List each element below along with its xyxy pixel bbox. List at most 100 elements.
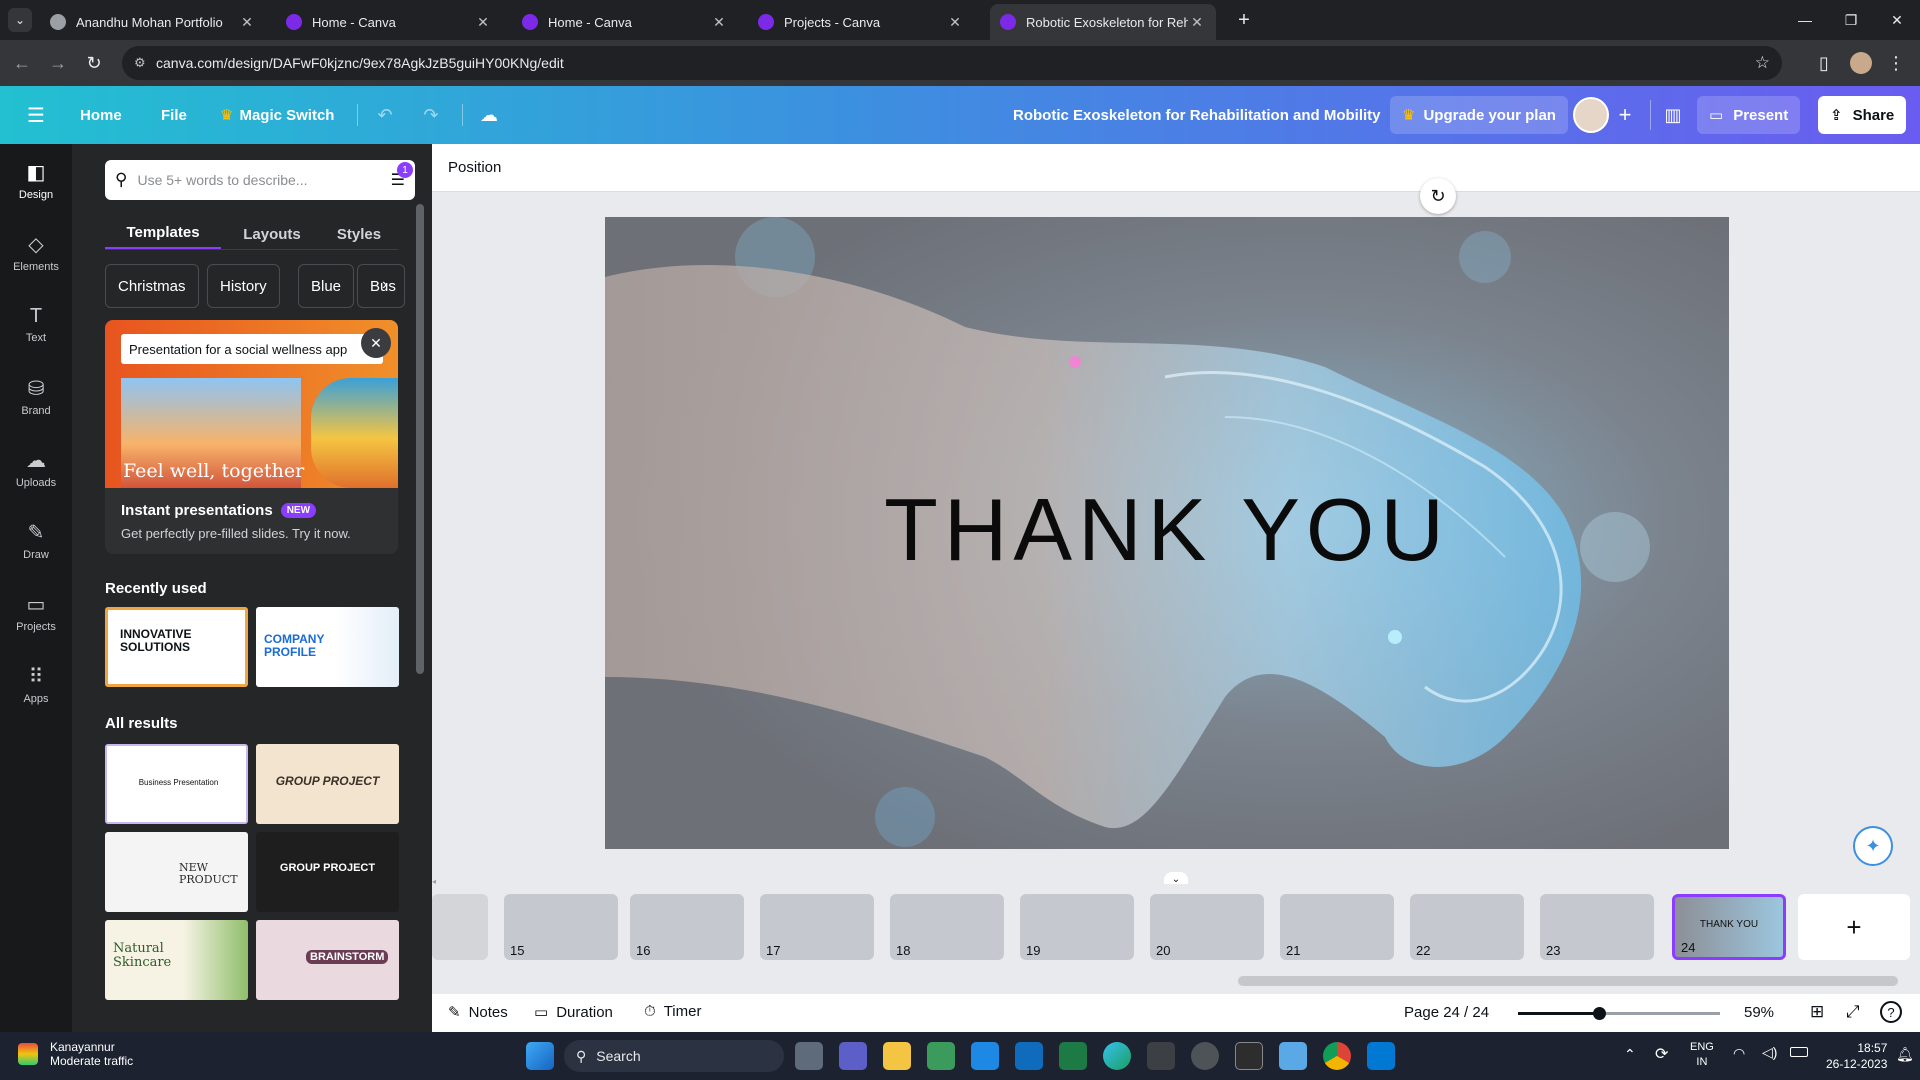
present-button[interactable]: ▭ Present [1697,96,1801,134]
template-thumbnail[interactable]: NEW PRODUCT [105,832,248,912]
rail-item-design[interactable]: ◧ Design [0,144,72,216]
outlook-icon[interactable] [1015,1042,1043,1070]
filter-icon[interactable]: ☰ 1 [391,162,413,190]
timer-button[interactable]: ⏱ Timer [644,1003,701,1020]
magic-assistant-icon[interactable]: ✦ [1853,826,1893,866]
tab-layouts[interactable]: Layouts [234,218,310,250]
filter-chip-history[interactable]: History [207,264,280,308]
browser-menu-icon[interactable]: ⋮ [1884,51,1908,75]
grid-view-icon[interactable]: ⊞ [1810,1002,1824,1022]
tab-search-button[interactable]: ⌄ [8,8,32,32]
volume-icon[interactable]: ◁) [1762,1044,1777,1061]
store-icon[interactable] [927,1042,955,1070]
close-window-button[interactable]: ✕ [1874,0,1920,40]
site-info-icon[interactable]: ⚙ [134,55,146,71]
close-icon[interactable]: ✕ [710,14,728,31]
page-thumbnail[interactable]: 23 [1540,894,1654,960]
duration-button[interactable]: ▭ Duration [534,1003,613,1022]
browser-tab[interactable]: Home - Canva ✕ [276,4,502,40]
rail-item-brand[interactable]: ⛁ Brand [0,360,72,432]
weather-widget[interactable]: Kanayannur Moderate traffic [18,1040,133,1068]
side-panel-icon[interactable]: ▯ [1812,51,1836,75]
user-avatar[interactable] [1573,97,1609,133]
close-icon[interactable]: ✕ [1188,14,1206,31]
page-thumbnail[interactable]: 17 [760,894,874,960]
page-thumbnail[interactable]: 20 [1150,894,1264,960]
tab-templates[interactable]: Templates [105,218,221,250]
forward-icon[interactable]: → [46,51,70,75]
help-icon[interactable]: ? [1880,1001,1902,1023]
chevron-up-icon[interactable]: ⌃ [1624,1046,1636,1063]
chrome-icon[interactable] [1323,1042,1351,1070]
teams-icon[interactable] [839,1042,867,1070]
taskbar-search[interactable]: ⚲ Search [564,1040,784,1072]
undo-icon[interactable]: ↶ [370,100,400,130]
language-indicator[interactable]: ENG IN [1690,1040,1714,1070]
tab-styles[interactable]: Styles [324,218,394,250]
share-button[interactable]: ⇪ Share [1818,96,1907,134]
menu-icon[interactable]: ☰ [21,100,51,130]
filter-chip-business[interactable]: Bus [357,264,405,308]
add-page-button[interactable]: + [1798,894,1910,960]
close-icon[interactable]: ✕ [361,328,391,358]
chevron-right-icon[interactable]: › [382,276,387,294]
notification-bell-icon[interactable]: 🔔︎ [1896,1046,1914,1063]
browser-tab[interactable]: Anandhu Mohan Portfolio ✕ [40,4,266,40]
rail-item-draw[interactable]: ✎ Draw [0,504,72,576]
promo-prompt-field[interactable]: Presentation for a social wellness app [121,334,383,364]
template-thumbnail[interactable]: Natural Skincare [105,920,248,1000]
profile-avatar[interactable] [1850,52,1872,74]
browser-tab[interactable]: Home - Canva ✕ [512,4,738,40]
address-bar[interactable]: ⚙ canva.com/design/DAFwF0kjznc/9ex78AgkJ… [122,46,1782,80]
page-thumbnail[interactable] [432,894,488,960]
app-icon[interactable] [1147,1042,1175,1070]
rail-item-projects[interactable]: ▭ Projects [0,576,72,648]
template-thumbnail[interactable]: Business Presentation [105,744,248,824]
file-menu-button[interactable]: File [161,100,187,130]
position-button[interactable]: Position [448,159,501,176]
page-thumbnail[interactable]: 22 [1410,894,1524,960]
filter-chip-blue[interactable]: Blue [298,264,355,308]
cloud-saved-icon[interactable]: ☁ [474,100,504,130]
clock[interactable]: 18:57 26-12-2023 [1826,1040,1887,1072]
page-thumbnail[interactable]: 18 [890,894,1004,960]
wifi-icon[interactable]: ◠ [1733,1045,1745,1062]
app-icon[interactable] [1191,1042,1219,1070]
filter-chip-christmas[interactable]: Christmas [105,264,199,308]
fullscreen-icon[interactable]: ⤢ [1846,1002,1860,1022]
zoom-slider-handle[interactable] [1593,1007,1606,1020]
refresh-comment-icon[interactable]: ↻ [1420,178,1456,214]
restore-button[interactable]: ❐ [1828,0,1874,40]
rail-item-text[interactable]: T Text [0,288,72,360]
template-thumbnail[interactable]: COMPANY PROFILE [256,607,399,687]
template-thumbnail[interactable]: GROUP PROJECT [256,832,399,912]
bookmark-star-icon[interactable]: ☆ [1755,53,1770,73]
rail-item-elements[interactable]: ◇ Elements [0,216,72,288]
browser-tab-active[interactable]: Robotic Exoskeleton for Rehabil ✕ [990,4,1216,40]
vscode-icon[interactable] [1367,1042,1395,1070]
zoom-slider[interactable] [1518,1007,1720,1020]
document-title[interactable]: Robotic Exoskeleton for Rehabilitation a… [1013,100,1381,130]
close-icon[interactable]: ✕ [946,14,964,31]
template-thumbnail[interactable]: BRAINSTORM [256,920,399,1000]
minimize-button[interactable]: — [1782,0,1828,40]
sync-icon[interactable]: ⟳ [1655,1044,1668,1064]
page-thumbnail[interactable]: 15 [504,894,618,960]
mail-icon[interactable] [971,1042,999,1070]
close-icon[interactable]: ✕ [238,14,256,31]
template-thumbnail[interactable]: GROUP PROJECT [256,744,399,824]
browser-tab[interactable]: Projects - Canva ✕ [748,4,974,40]
terminal-icon[interactable] [1235,1042,1263,1070]
upgrade-plan-button[interactable]: ♛ Upgrade your plan [1390,96,1568,134]
notepad-icon[interactable] [1279,1042,1307,1070]
magic-switch-button[interactable]: ♛ Magic Switch [220,100,334,130]
windows-start-icon[interactable] [526,1042,554,1070]
page-thumbnail-selected[interactable]: THANK YOU 24 [1672,894,1786,960]
template-search-input[interactable]: ⚲ Use 5+ words to describe... ☰ 1 [105,160,415,200]
battery-icon[interactable] [1790,1047,1808,1057]
back-icon[interactable]: ← [10,51,34,75]
excel-icon[interactable] [1059,1042,1087,1070]
new-tab-button[interactable]: + [1230,8,1258,32]
rail-item-uploads[interactable]: ☁ Uploads [0,432,72,504]
edge-icon[interactable] [1103,1042,1131,1070]
